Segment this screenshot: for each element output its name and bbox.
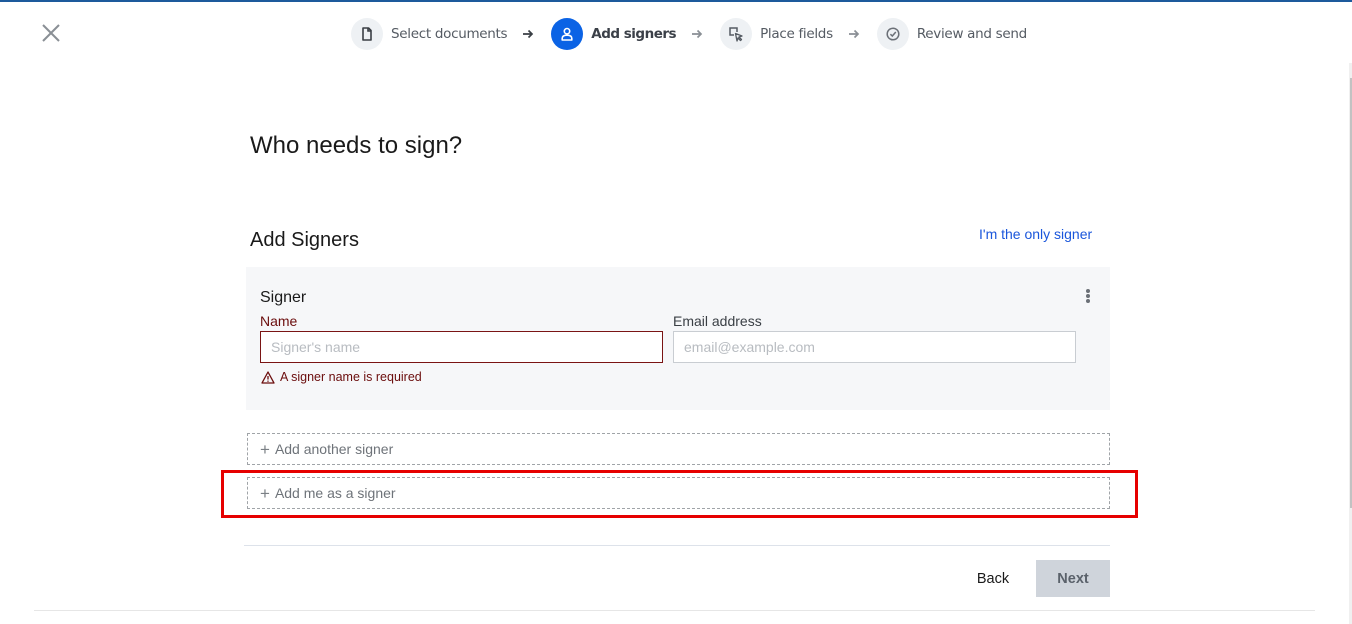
user-icon [561,27,573,41]
arrow-right-icon [690,26,706,42]
warning-icon [261,370,275,384]
section-title: Add Signers [250,229,359,251]
page-title: Who needs to sign? [250,132,463,159]
kebab-dot [1086,289,1090,293]
more-options-icon[interactable] [1082,287,1094,305]
signer-card: Signer Name Email address A signer name … [246,267,1110,410]
button-label: Add another signer [274,441,394,457]
kebab-dot [1086,299,1090,303]
signer-card-title: Signer [260,289,307,306]
footer-divider [244,545,1110,546]
step-icon-badge [876,18,909,50]
step-icon-badge [551,18,584,50]
step-icon-badge [351,18,383,50]
email-label: Email address [673,313,762,329]
top-accent-bar [0,0,1352,2]
plus-icon: + [260,483,270,503]
back-button[interactable]: Back [964,560,1022,597]
document-icon [362,27,372,41]
signer-email-input[interactable] [673,331,1076,363]
arrow-right-icon [521,26,537,42]
step-add-signers[interactable]: Add signers [551,18,677,50]
step-review-and-send[interactable]: Review and send [876,18,1027,50]
add-me-as-signer-button[interactable]: + Add me as a signer [247,477,1110,509]
step-label: Add signers [591,26,677,42]
signer-name-input[interactable] [260,331,663,363]
next-button[interactable]: Next [1036,560,1110,597]
step-label: Review and send [916,26,1027,42]
check-circle-icon [886,27,900,41]
add-another-signer-button[interactable]: + Add another signer [247,433,1110,465]
arrow-right-icon [847,26,863,42]
progress-stepper: Select documents Add signers Place field… [351,18,1027,50]
step-label: Select documents [391,26,508,42]
name-label: Name [260,313,298,329]
page-divider [34,610,1315,611]
kebab-dot [1086,294,1090,298]
plus-icon: + [260,439,270,459]
name-error-message: A signer name is required [261,370,422,384]
step-icon-badge [720,18,753,50]
step-place-fields[interactable]: Place fields [720,18,833,50]
close-icon [42,24,60,42]
close-button[interactable] [38,20,64,46]
error-text: A signer name is required [280,370,422,384]
cursor-select-icon [729,27,743,42]
step-label: Place fields [760,26,833,42]
button-label: Add me as a signer [274,485,396,501]
step-select-documents[interactable]: Select documents [351,18,508,50]
only-signer-link[interactable]: I'm the only signer [979,226,1092,242]
